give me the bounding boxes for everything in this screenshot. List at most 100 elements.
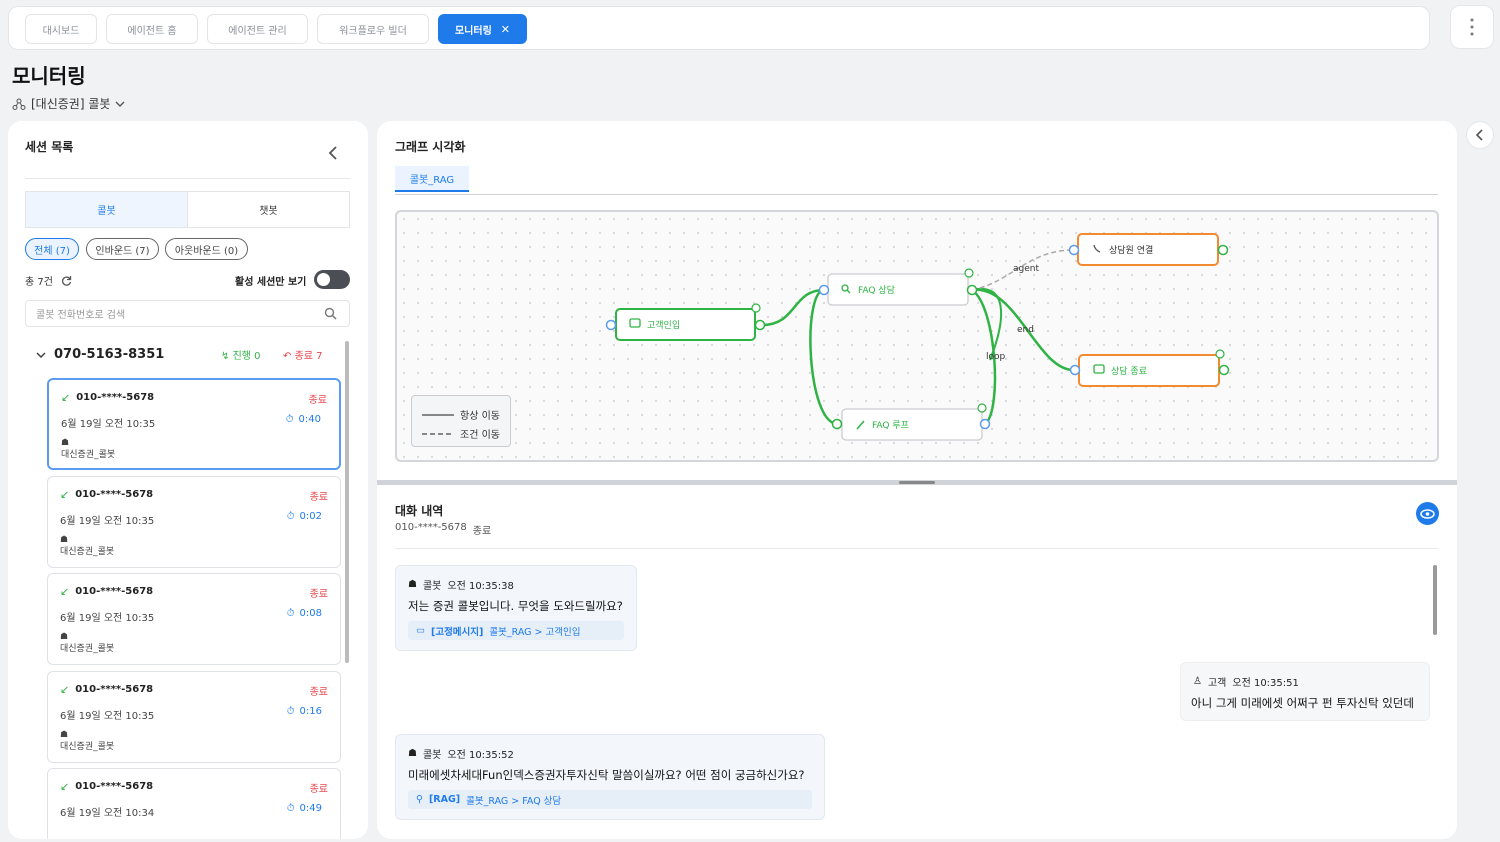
session-card[interactable]: ↙ 010-****-5678 종료 6월 19일 오전 10:35 ⏱ 0:08 …: [47, 573, 341, 665]
port-out: [754, 319, 766, 331]
session-duration: ⏱ 0:40: [286, 414, 321, 425]
session-list-scrollbar[interactable]: [345, 341, 349, 663]
session-card[interactable]: ↙ 010-****-5678 종료 6월 19일 오전 10:35 ⏱ 0:02 …: [47, 476, 341, 568]
close-icon[interactable]: ✕: [501, 23, 510, 36]
timer-icon: ⏱: [286, 511, 295, 522]
bot-icon: ☗: [60, 632, 69, 642]
graph-title: 그래프 시각화: [395, 140, 466, 154]
tab-callbot[interactable]: 콜봇: [26, 192, 188, 227]
phone-text: 010-****-5678: [75, 781, 154, 792]
session-phone: ↙ 010-****-5678: [60, 488, 153, 501]
check-icon: [977, 403, 987, 413]
check-icon: [1215, 349, 1225, 359]
more-vertical-icon: [1470, 18, 1474, 36]
ended-count: ↶ 종료 7: [283, 347, 323, 362]
legend-always: 항상 이동: [422, 407, 500, 422]
active-only-label: 활성 세션만 보기: [235, 277, 307, 288]
duration-text: 0:16: [299, 706, 322, 717]
tab-agent-management[interactable]: 에이전트 관리: [207, 14, 308, 44]
session-status: 종료: [309, 492, 328, 503]
session-date: 6월 19일 오전 10:35: [61, 419, 156, 430]
session-list-panel: 세션 목록 콜봇 챗봇 전체 (7) 인바운드 (7) 아웃바운드 (0) 총 …: [8, 121, 368, 839]
session-phone: ↙ 010-****-5678: [60, 585, 153, 598]
search-placeholder: 콜봇 전화번호로 검색: [36, 310, 126, 321]
bot-name: 대신증권_콜봇: [60, 742, 115, 752]
filter-outbound-chip[interactable]: 아웃바운드 (0): [165, 238, 248, 260]
edge-label-end: end: [1017, 325, 1034, 335]
message-text: 미래에셋차세대Fun인덱스증권자투자신탁 말씀이실까요? 어떤 점이 궁금하신가…: [408, 768, 805, 782]
bot-icon: ☗: [60, 535, 69, 545]
duration-text: 0:02: [299, 511, 322, 522]
divider: [25, 178, 350, 179]
ref-path: 콜봇_RAG > FAQ 상담: [466, 795, 562, 807]
graph-svg: agent end loop 고객인입 FAQ 상담 FAQ 루프 상담원 연결…: [605, 233, 1230, 441]
more-menu-button[interactable]: [1450, 5, 1494, 49]
port-in: [605, 319, 617, 331]
tab-chatbot[interactable]: 챗봇: [188, 192, 349, 227]
timer-icon: ⏱: [285, 414, 294, 425]
node-faq-loop[interactable]: FAQ 루프: [831, 403, 991, 441]
phone-group-header[interactable]: 070-5163-8351 ↯ 진행 0 ↶ 종료 7: [36, 347, 336, 362]
session-card[interactable]: ↙ 010-****-5678 종료 6월 19일 오전 10:35 ⏱ 0:16 …: [47, 671, 341, 763]
refresh-icon[interactable]: [61, 275, 72, 286]
filter-inbound-chip[interactable]: 인바운드 (7): [86, 238, 159, 260]
message-meta: ☗ 콜봇 오전 10:35:52: [408, 746, 514, 761]
chevron-left-icon[interactable]: [328, 145, 338, 161]
page-title: 모니터링: [12, 64, 86, 88]
port-out: [966, 284, 978, 296]
chat-message-bot: ☗ 콜봇 오전 10:35:38 저는 증권 콜봇입니다. 무엇을 도와드릴까요? …: [395, 565, 637, 651]
bot-type-tabs: 콜봇 챗봇: [25, 191, 350, 228]
tab-agent-home[interactable]: 에이전트 홈: [106, 14, 198, 44]
graph-legend: 항상 이동 조건 이동: [411, 395, 511, 447]
edge-intro-faq: [761, 288, 825, 327]
edge-faq-loop: [809, 288, 838, 426]
resize-divider[interactable]: [377, 480, 1457, 485]
duration-text: 0:08: [299, 608, 322, 619]
session-card[interactable]: ↙ 010-****-5678 종료 6월 19일 오전 10:34 ⏱ 0:49: [47, 768, 341, 839]
bot-name: 대신증권_콜봇: [60, 547, 115, 557]
session-phone: ↙ 010-****-5678: [61, 391, 154, 404]
message-reference[interactable]: ⚲ [RAG] 콜봇_RAG > FAQ 상담: [408, 790, 812, 809]
edge-label-agent: agent: [1013, 264, 1039, 274]
chat-scrollbar[interactable]: [1433, 565, 1437, 635]
node-agent[interactable]: 상담원 연결: [1068, 233, 1229, 266]
active-only-toggle[interactable]: [314, 270, 350, 289]
message-reference[interactable]: ▭ [고정메시지] 콜봇_RAG > 고객인입: [408, 621, 624, 640]
node-intro[interactable]: 고객인입: [605, 303, 766, 341]
time: 오전 10:35:52: [447, 750, 514, 761]
tab-label: 워크플로우 빌더: [339, 25, 407, 37]
total-count: 총 7건: [25, 277, 53, 288]
graph-canvas[interactable]: agent end loop 고객인입 FAQ 상담 FAQ 루프 상담원 연결…: [395, 210, 1439, 462]
graph-tab-callbot-rag[interactable]: 콜봇_RAG: [395, 166, 469, 192]
view-toggle-button[interactable]: [1416, 502, 1439, 525]
session-date: 6월 19일 오전 10:35: [60, 711, 155, 722]
right-panel-collapse-button[interactable]: [1466, 121, 1494, 149]
eye-icon: [1420, 508, 1435, 519]
edge-loop-label-path: [971, 287, 1002, 361]
in-progress-label: 진행 0: [232, 351, 261, 362]
tab-label: 에이전트 관리: [228, 25, 287, 37]
bot-selector[interactable]: [대신증권] 콜봇: [12, 95, 125, 112]
session-status: 종료: [309, 589, 328, 600]
top-tab-bar: 대시보드 에이전트 홈 에이전트 관리 워크플로우 빌더 모니터링 ✕: [8, 6, 1430, 50]
tab-monitoring[interactable]: 모니터링 ✕: [438, 14, 527, 44]
phone-text: 010-****-5678: [76, 392, 155, 403]
message-meta: ☗ 콜봇 오전 10:35:38: [408, 577, 514, 592]
bot-icon: ☗: [408, 748, 417, 759]
search-input[interactable]: 콜봇 전화번호로 검색: [25, 300, 350, 327]
chat-message-user: ♙ 고객 오전 10:35:51 아니 그게 미래에셋 어쩌구 펀 투자신탁 있던데: [1180, 662, 1430, 721]
tab-workflow-builder[interactable]: 워크플로우 빌더: [317, 14, 429, 44]
session-card[interactable]: ↙ 010-****-5678 종료 6월 19일 오전 10:35 ⏱ 0:40 …: [47, 378, 341, 470]
tab-dashboard[interactable]: 대시보드: [25, 14, 97, 44]
time: 오전 10:35:51: [1232, 678, 1299, 689]
filter-all-chip[interactable]: 전체 (7): [25, 238, 79, 260]
port-in: [831, 418, 843, 430]
chat-phone: 010-****-5678: [395, 522, 467, 533]
node-end[interactable]: 상담 종료: [1069, 349, 1230, 387]
node-faq[interactable]: FAQ 상담: [818, 268, 978, 306]
session-bot: ☗ 대신증권_콜봇: [60, 729, 114, 753]
session-count: 총 7건: [25, 273, 72, 288]
session-bot: ☗ 대신증권_콜봇: [61, 437, 115, 461]
node-intro-label: 고객인입: [647, 319, 680, 331]
resize-handle[interactable]: [899, 481, 935, 484]
